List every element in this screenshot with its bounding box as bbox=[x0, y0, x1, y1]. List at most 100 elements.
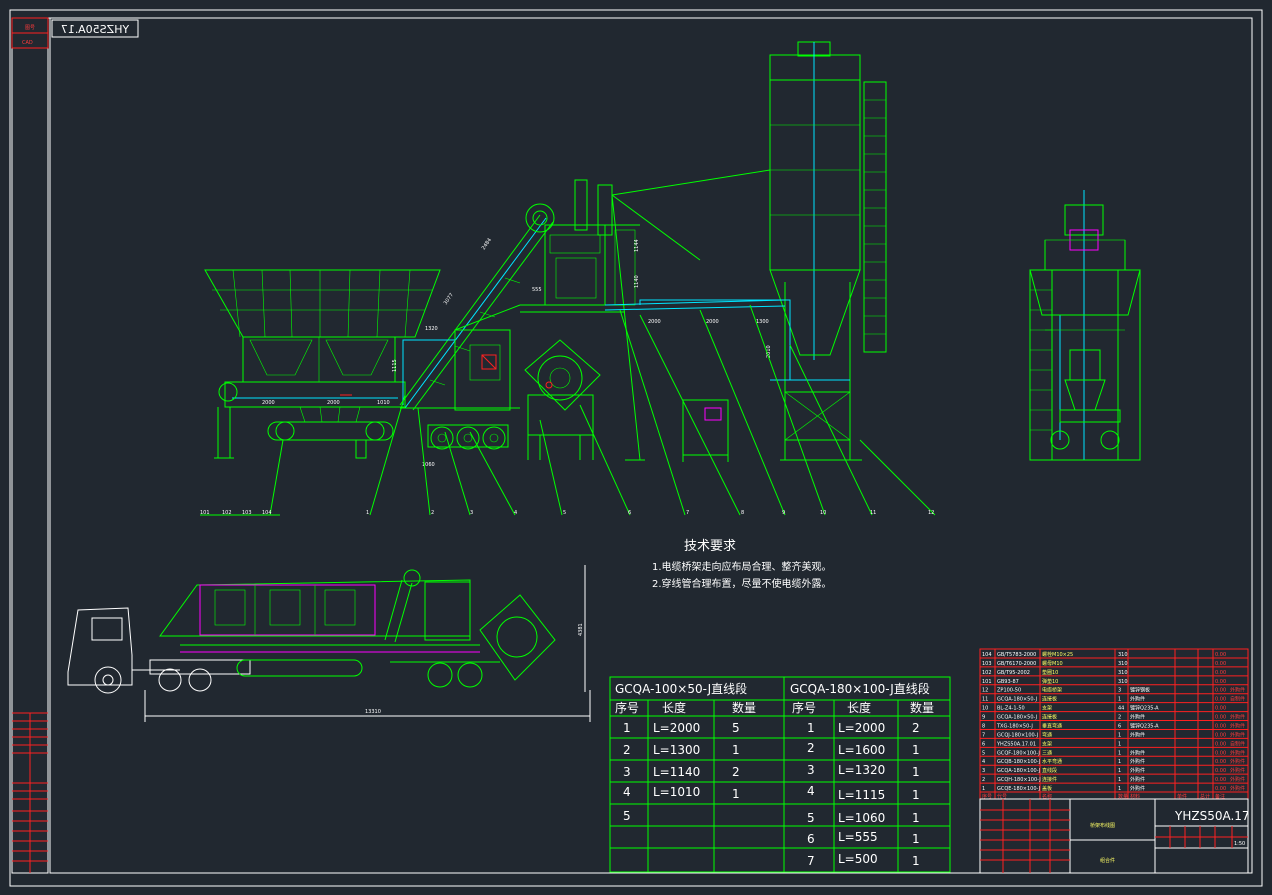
bom-cell: 103 bbox=[982, 661, 992, 667]
t2-r4-no: 4 bbox=[807, 784, 815, 798]
bom-cell: TXG-180×50-J bbox=[996, 723, 1033, 729]
bom-cell: 310 bbox=[1118, 661, 1128, 667]
t2-r1-qty: 2 bbox=[912, 721, 920, 735]
balloon-101: 101 bbox=[200, 510, 210, 516]
bom-cell: 310 bbox=[1118, 652, 1128, 658]
t2-r5-len: L=1060 bbox=[838, 811, 885, 825]
side-view bbox=[1029, 190, 1141, 461]
bom-cell: 镀锌Q235-A bbox=[1130, 705, 1159, 712]
t1-head-no: 序号 bbox=[615, 700, 639, 715]
t1-head-len: 长度 bbox=[662, 700, 686, 715]
dim-2: 3077 bbox=[443, 292, 455, 306]
bom-cell: GB/T95-2002 bbox=[997, 670, 1030, 676]
dim-3: 1320 bbox=[425, 326, 438, 332]
bom-cell: 连接件 bbox=[1042, 776, 1057, 783]
bom-rows: 104 GB/T5783-2000 螺栓M10×25 310 0.00103 GB/T61… bbox=[980, 651, 1248, 793]
bom-cell: 6 bbox=[982, 741, 985, 747]
bom-cell: 11 bbox=[982, 697, 988, 703]
bom-cell: 1 bbox=[1118, 768, 1121, 774]
t2-r5-no: 5 bbox=[807, 811, 815, 825]
dim-1: 2484 bbox=[481, 237, 493, 251]
bom-cell: 自制件 bbox=[1230, 740, 1245, 747]
bom-cell: GCQJ-180×100-J bbox=[997, 732, 1038, 738]
balloon-2: 2 bbox=[431, 510, 434, 516]
balloon-11: 11 bbox=[870, 510, 876, 516]
bom-cell: 外购件 bbox=[1230, 767, 1245, 774]
bom-cell: 3 bbox=[982, 768, 985, 774]
inclined-conveyor bbox=[399, 203, 555, 411]
bom-cell: 7 bbox=[982, 732, 985, 738]
bom-cell: 10 bbox=[982, 706, 988, 712]
t1-r1-no: 1 bbox=[623, 721, 631, 735]
balloon-10: 10 bbox=[820, 510, 826, 516]
dim-5: 2000 bbox=[262, 400, 275, 406]
balloon-7: 7 bbox=[686, 510, 689, 516]
bom-cell: 外购件 bbox=[1230, 776, 1245, 783]
tech-requirement-2: 2.穿线管合理布置，尽量不使电缆外露。 bbox=[652, 577, 832, 590]
bom-cell: 0.00 bbox=[1215, 786, 1226, 792]
t1-r2-qty: 1 bbox=[732, 743, 740, 757]
t2-head-no: 序号 bbox=[792, 700, 816, 715]
bom-cell: 0.00 bbox=[1215, 697, 1226, 703]
t2-head-qty: 数量 bbox=[910, 700, 934, 715]
dim-4: 1115 bbox=[392, 359, 398, 372]
t2-r6-no: 6 bbox=[807, 832, 815, 846]
truck-length-dim: 13310 bbox=[365, 709, 381, 715]
t2-r4-qty: 1 bbox=[912, 788, 920, 802]
mirrored-code-box: YHZS50A.17 bbox=[51, 19, 139, 38]
bom-cell: 弯通 bbox=[1042, 731, 1052, 738]
t1-r4-len: L=1010 bbox=[653, 785, 700, 799]
bom-cell: 0.00 bbox=[1215, 768, 1226, 774]
bom-cell: 2 bbox=[1118, 715, 1121, 721]
bom-cell: 1 bbox=[982, 786, 985, 792]
bom-cell: 1 bbox=[1118, 741, 1121, 747]
balloon-labels: 101 102 103 104 1 2 3 4 5 6 7 8 9 10 11 … bbox=[200, 510, 934, 516]
bom-cell: 101 bbox=[982, 679, 992, 685]
bom-cell: 外购件 bbox=[1130, 749, 1145, 756]
bom-cell: 连接板 bbox=[1042, 696, 1057, 703]
balloon-3: 3 bbox=[470, 510, 473, 516]
title-drawing-no: YHZS50A.17 bbox=[1174, 809, 1250, 823]
tray-table-1: GCQA-100×50-J直线段 序号 长度 数量 1 L=2000 5 2 L… bbox=[609, 676, 785, 873]
bom-cell: 外购件 bbox=[1230, 749, 1245, 756]
dimensions: 2484 3077 1320 1115 2000 2000 1010 1060 … bbox=[262, 237, 772, 468]
bom-cell: 1 bbox=[1118, 732, 1121, 738]
stamp-label-2: CAD bbox=[22, 40, 33, 46]
t1-r3-qty: 2 bbox=[732, 765, 740, 779]
balloon-8: 8 bbox=[741, 510, 744, 516]
bom-cell: YHZS50A.17.01 bbox=[996, 741, 1036, 747]
truck-height-dim: 4381 bbox=[578, 623, 584, 636]
dim-11: 555 bbox=[532, 287, 542, 293]
bom-cell: 外购件 bbox=[1230, 731, 1245, 738]
balloon-102: 102 bbox=[222, 510, 232, 516]
code-mirrored: YHZS50A.17 bbox=[61, 23, 130, 36]
plant-elevation: 2484 3077 1320 1115 2000 2000 1010 1060 … bbox=[200, 41, 936, 516]
bom-cell: 102 bbox=[982, 670, 992, 676]
dim-7: 1010 bbox=[377, 400, 390, 406]
bom-cell: 外购件 bbox=[1230, 714, 1245, 721]
balloon-4: 4 bbox=[514, 510, 517, 516]
bom-cell: 盖板 bbox=[1042, 785, 1052, 792]
bom-cell: 螺栓M10×25 bbox=[1042, 651, 1073, 658]
bom-cell: 310 bbox=[1118, 670, 1128, 676]
bom-cell: GCQF-180×100-J bbox=[997, 750, 1040, 756]
bom-cell: 水平弯通 bbox=[1042, 758, 1062, 765]
tech-requirements-title: 技术要求 bbox=[684, 539, 736, 554]
bom-cell: 支架 bbox=[1042, 705, 1052, 712]
t1-r3-len: L=1140 bbox=[653, 765, 700, 779]
bom-cell: 0.00 bbox=[1215, 732, 1226, 738]
red-markers bbox=[340, 354, 553, 396]
bom-cell: 12 bbox=[982, 688, 988, 694]
t2-r7-len: L=500 bbox=[838, 852, 878, 866]
dim-6: 2000 bbox=[327, 400, 340, 406]
t2-r1-no: 1 bbox=[807, 721, 815, 735]
bom-cell: 0.00 bbox=[1215, 741, 1226, 747]
bom-cell: 310 bbox=[1118, 679, 1128, 685]
t2-r6-qty: 1 bbox=[912, 832, 920, 846]
t1-r1-len: L=2000 bbox=[653, 721, 700, 735]
bom-cell: 支架 bbox=[1042, 740, 1052, 747]
t1-r1-qty: 5 bbox=[732, 721, 740, 735]
bom-cell: 外购件 bbox=[1130, 731, 1145, 738]
t2-r3-len: L=1320 bbox=[838, 763, 885, 777]
bom-cell: 8 bbox=[982, 723, 985, 729]
